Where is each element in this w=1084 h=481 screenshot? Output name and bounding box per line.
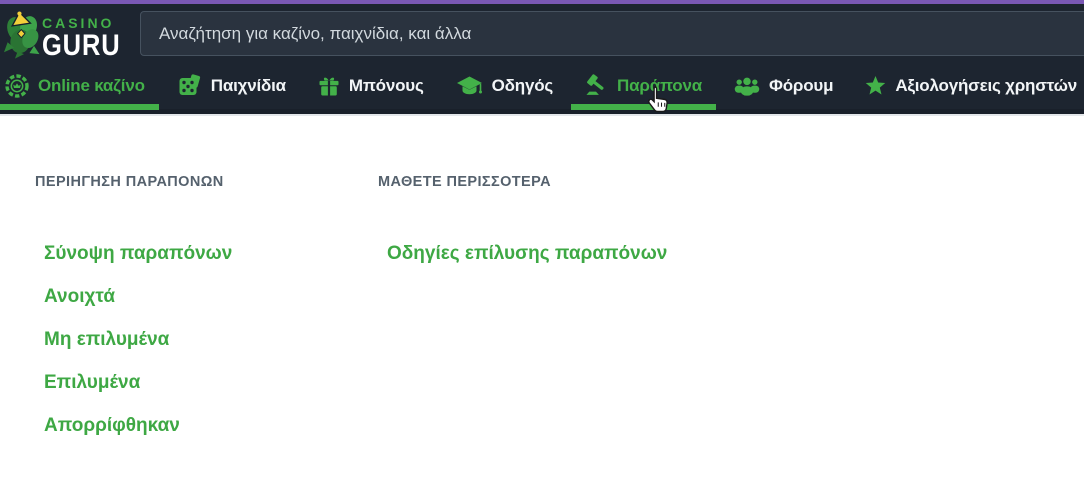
search-input[interactable] [141,12,1084,55]
dropdown-column-learn-more: ΜΑΘΕΤΕ ΠΕΡΙΣΣΟΤΕΡΑ Οδηγίες επίλυσης παρα… [378,174,667,481]
gavel-icon [586,74,604,95]
site-header: CASINO GURU [0,4,1084,62]
nav-label: Παιχνίδια [210,75,286,95]
link-complaints-summary[interactable]: Σύνοψη παραπόνων [44,243,232,264]
star-icon [866,75,886,95]
link-complaint-resolution-guide[interactable]: Οδηγίες επίλυσης παραπόνων [387,243,667,264]
link-unresolved-complaints[interactable]: Μη επιλυμένα [44,329,169,350]
casino-guru-page: CASINO GURU Online καζίνο [0,0,1084,481]
learn-more-link-list: Οδηγίες επίλυσης παραπόνων [378,244,667,264]
nav-label: Μπόνους [348,75,424,95]
brand-casino: CASINO [42,15,115,31]
gift-icon [319,77,339,95]
nav-label: Φόρουμ [768,75,834,95]
nav-item-games[interactable]: Παιχνίδια [163,62,300,109]
people-icon [734,77,760,96]
list-item: Ανοιχτά [44,287,378,307]
column-header: ΠΕΡΙΗΓΗΣΗ ΠΑΡΑΠΟΝΩΝ [35,174,224,190]
nav-item-complaints[interactable]: Παράπονα [571,62,716,110]
nav-item-bonuses[interactable]: Μπόνους [304,62,438,109]
nav-label: Οδηγός [491,75,554,95]
complaints-link-list: Σύνοψη παραπόνων Ανοιχτά Μη επιλυμένα Επ… [35,244,378,436]
link-open-complaints[interactable]: Ανοιχτά [44,286,115,307]
link-resolved-complaints[interactable]: Επιλυμένα [44,372,140,393]
lion-mascot-icon [4,11,40,59]
nav-label: Παράπονα [617,75,702,95]
dice-icon [179,73,200,95]
casino-guru-logo[interactable]: CASINO GURU [3,7,138,61]
complaints-dropdown-panel: ΠΕΡΙΗΓΗΣΗ ΠΑΡΑΠΟΝΩΝ Σύνοψη παραπόνων Ανο… [0,114,1084,481]
casino-chip-icon [5,73,29,98]
list-item: Επιλυμένα [44,373,378,393]
link-rejected-complaints[interactable]: Απορρίφθηκαν [44,415,180,436]
list-item: Οδηγίες επίλυσης παραπόνων [387,244,667,264]
column-header: ΜΑΘΕΤΕ ΠΕΡΙΣΣΟΤΕΡΑ [378,174,551,190]
nav-label: Αξιολογήσεις χρηστών [895,75,1077,95]
nav-item-guide[interactable]: Οδηγός [442,62,567,109]
search-box [140,11,1084,56]
main-navigation: Online καζίνο Παιχνίδια Μπόνους Οδηγός Π… [0,62,1084,114]
nav-item-online-casino[interactable]: Online καζίνο [0,62,159,110]
graduation-cap-icon [456,76,482,94]
brand-guru: GURU [42,29,121,62]
nav-item-user-reviews[interactable]: Αξιολογήσεις χρηστών [851,62,1084,109]
brand-text: CASINO GURU [42,16,134,61]
list-item: Απορρίφθηκαν [44,416,378,436]
list-item: Σύνοψη παραπόνων [44,244,378,264]
list-item: Μη επιλυμένα [44,330,378,350]
nav-label: Online καζίνο [38,75,145,95]
nav-item-forum[interactable]: Φόρουμ [720,62,847,109]
dropdown-column-browse-complaints: ΠΕΡΙΗΓΗΣΗ ΠΑΡΑΠΟΝΩΝ Σύνοψη παραπόνων Ανο… [35,174,378,481]
